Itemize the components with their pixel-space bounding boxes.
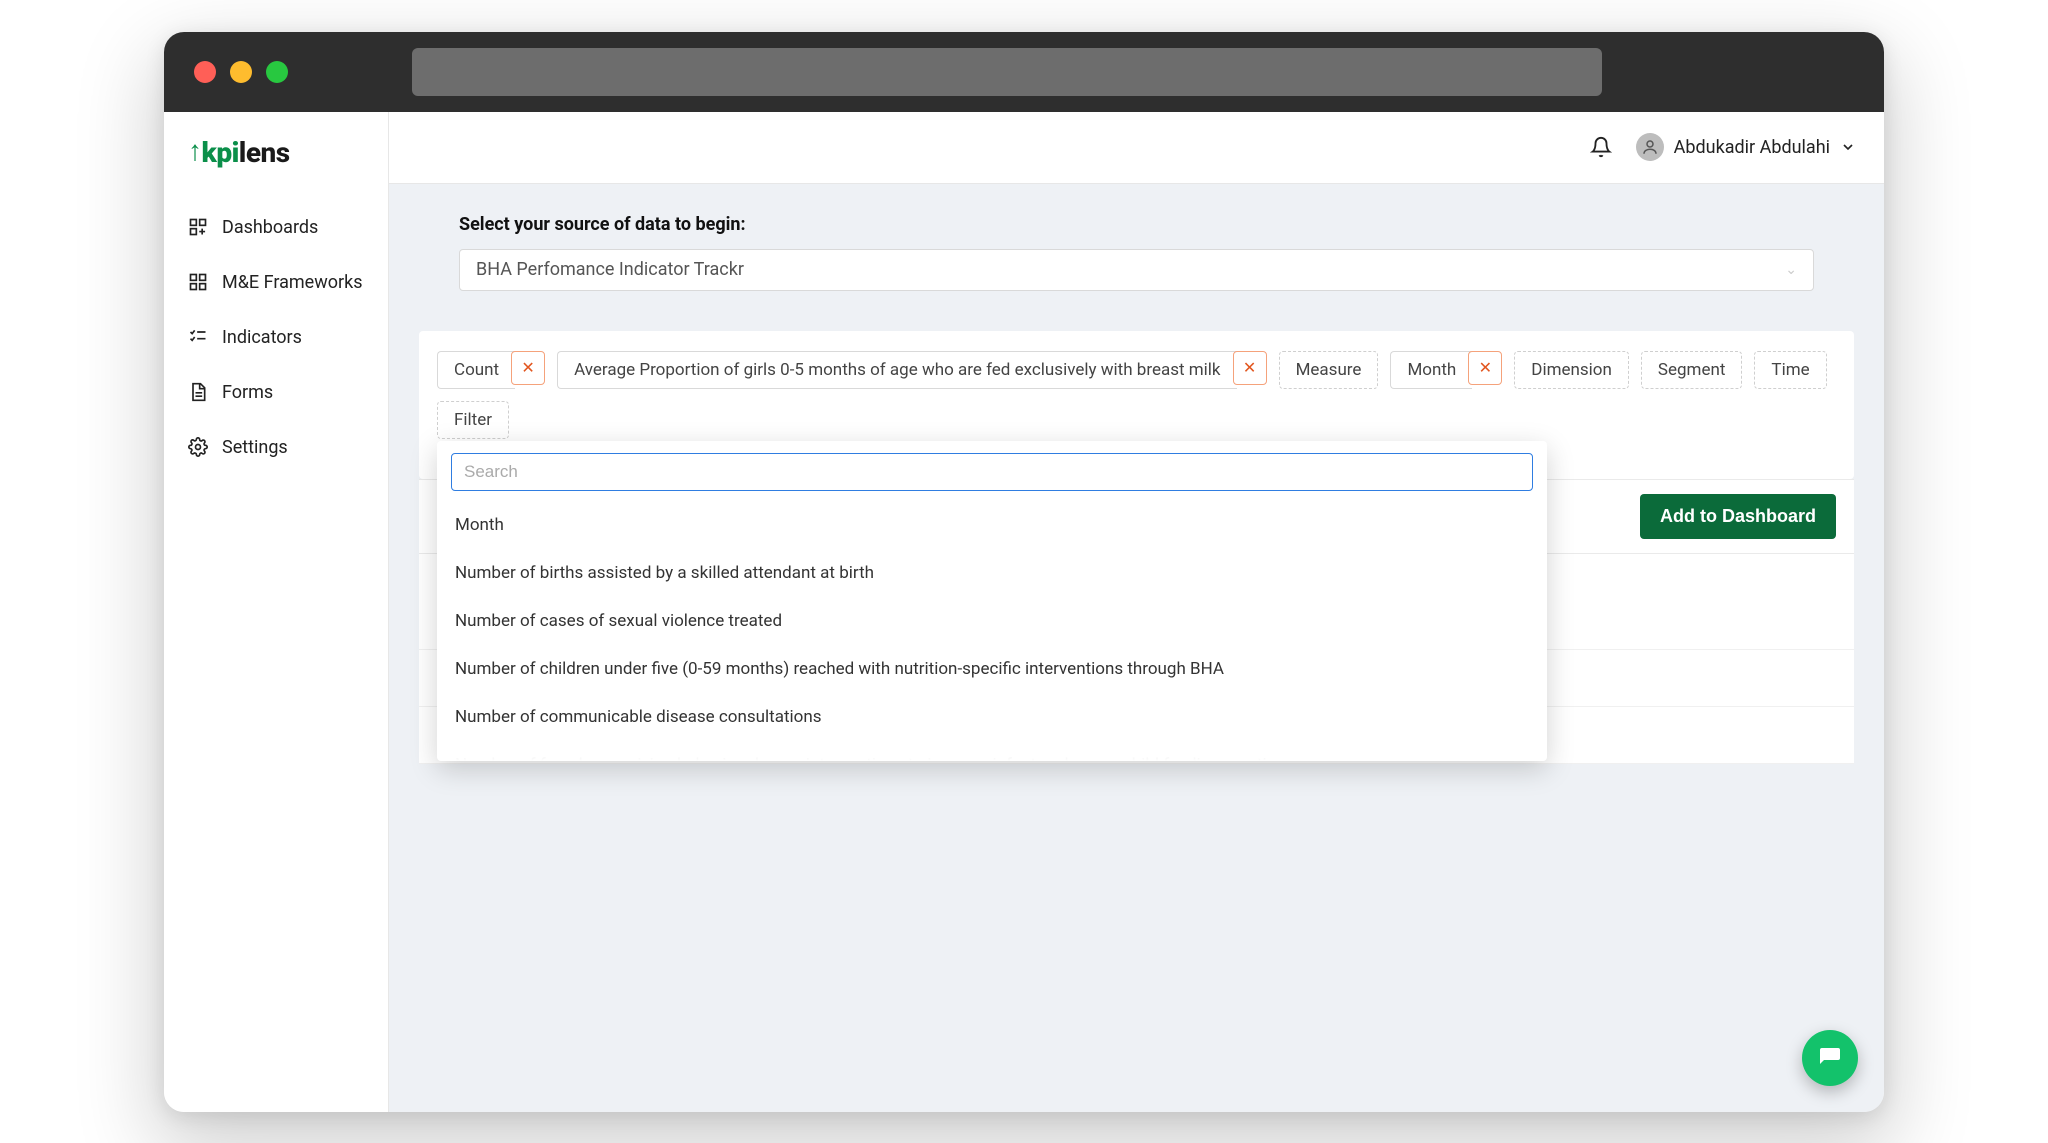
chip-avg-breastmilk[interactable]: Average Proportion of girls 0-5 months o… xyxy=(557,351,1236,389)
sidebar-item-indicators[interactable]: Indicators xyxy=(180,313,372,362)
avatar-icon xyxy=(1636,133,1664,161)
browser-titlebar xyxy=(164,32,1884,112)
user-name-label: Abdukadir Abdulahi xyxy=(1674,137,1830,158)
document-icon xyxy=(188,382,208,402)
sidebar-item-label: M&E Frameworks xyxy=(222,272,363,293)
app-window: ↑kpilens Dashboards M&E Frameworks xyxy=(164,32,1884,1112)
dashboard-icon xyxy=(188,217,208,237)
dropdown-item[interactable]: Number of births assisted by a skilled a… xyxy=(451,549,1533,597)
chevron-down-icon: ⌄ xyxy=(1785,262,1797,278)
add-to-dashboard-button[interactable]: Add to Dashboard xyxy=(1640,494,1836,539)
main-area: Abdukadir Abdulahi Select your source of… xyxy=(389,112,1884,1112)
bell-icon[interactable] xyxy=(1590,136,1612,158)
dropdown-item[interactable]: Number of children under five (0-59 mont… xyxy=(451,645,1533,693)
logo-suffix: lens xyxy=(239,136,290,169)
chevron-down-icon xyxy=(1840,139,1856,155)
chat-button[interactable] xyxy=(1802,1030,1858,1086)
window-controls xyxy=(194,61,288,83)
chip-segment[interactable]: Segment xyxy=(1641,351,1743,389)
remove-month-button[interactable]: ✕ xyxy=(1468,351,1502,385)
chip-measure[interactable]: Measure xyxy=(1279,351,1379,389)
url-bar[interactable] xyxy=(412,48,1602,96)
app-logo: ↑kpilens xyxy=(180,136,372,169)
sidebar: ↑kpilens Dashboards M&E Frameworks xyxy=(164,112,389,1112)
user-menu[interactable]: Abdukadir Abdulahi xyxy=(1636,133,1856,161)
close-window-icon[interactable] xyxy=(194,61,216,83)
source-select[interactable]: BHA Perfomance Indicator Trackr ⌄ xyxy=(459,249,1814,291)
dropdown-item[interactable]: Number of females receiving behavior cha… xyxy=(451,741,1533,761)
sidebar-item-label: Forms xyxy=(222,382,273,403)
maximize-window-icon[interactable] xyxy=(266,61,288,83)
chip-month[interactable]: Month xyxy=(1390,351,1472,389)
checklist-icon xyxy=(188,327,208,347)
topbar: Abdukadir Abdulahi xyxy=(389,112,1884,184)
chip-count[interactable]: Count xyxy=(437,351,515,389)
dropdown-list: Month Number of births assisted by a ski… xyxy=(451,501,1533,761)
chip-filter[interactable]: Filter xyxy=(437,401,509,439)
dimension-dropdown: Month Number of births assisted by a ski… xyxy=(437,441,1547,761)
minimize-window-icon[interactable] xyxy=(230,61,252,83)
grid-icon xyxy=(188,272,208,292)
sidebar-item-label: Indicators xyxy=(222,327,302,348)
sidebar-item-forms[interactable]: Forms xyxy=(180,368,372,417)
query-panel: Count ✕ Average Proportion of girls 0-5 … xyxy=(419,331,1854,479)
remove-count-button[interactable]: ✕ xyxy=(511,351,545,385)
source-label: Select your source of data to begin: xyxy=(459,214,1814,235)
remove-avg-button[interactable]: ✕ xyxy=(1233,351,1267,385)
sidebar-item-label: Settings xyxy=(222,437,288,458)
source-select-value: BHA Perfomance Indicator Trackr xyxy=(476,259,744,280)
sidebar-item-dashboards[interactable]: Dashboards xyxy=(180,203,372,252)
chip-dimension[interactable]: Dimension xyxy=(1514,351,1629,389)
dropdown-item[interactable]: Month xyxy=(451,501,1533,549)
sidebar-item-settings[interactable]: Settings xyxy=(180,423,372,472)
dropdown-item[interactable]: Number of communicable disease consultat… xyxy=(451,693,1533,741)
dropdown-search-input[interactable] xyxy=(451,453,1533,491)
sidebar-item-label: Dashboards xyxy=(222,217,318,238)
sidebar-item-frameworks[interactable]: M&E Frameworks xyxy=(180,258,372,307)
chip-time[interactable]: Time xyxy=(1754,351,1826,389)
gear-icon xyxy=(188,437,208,457)
dropdown-item[interactable]: Number of cases of sexual violence treat… xyxy=(451,597,1533,645)
